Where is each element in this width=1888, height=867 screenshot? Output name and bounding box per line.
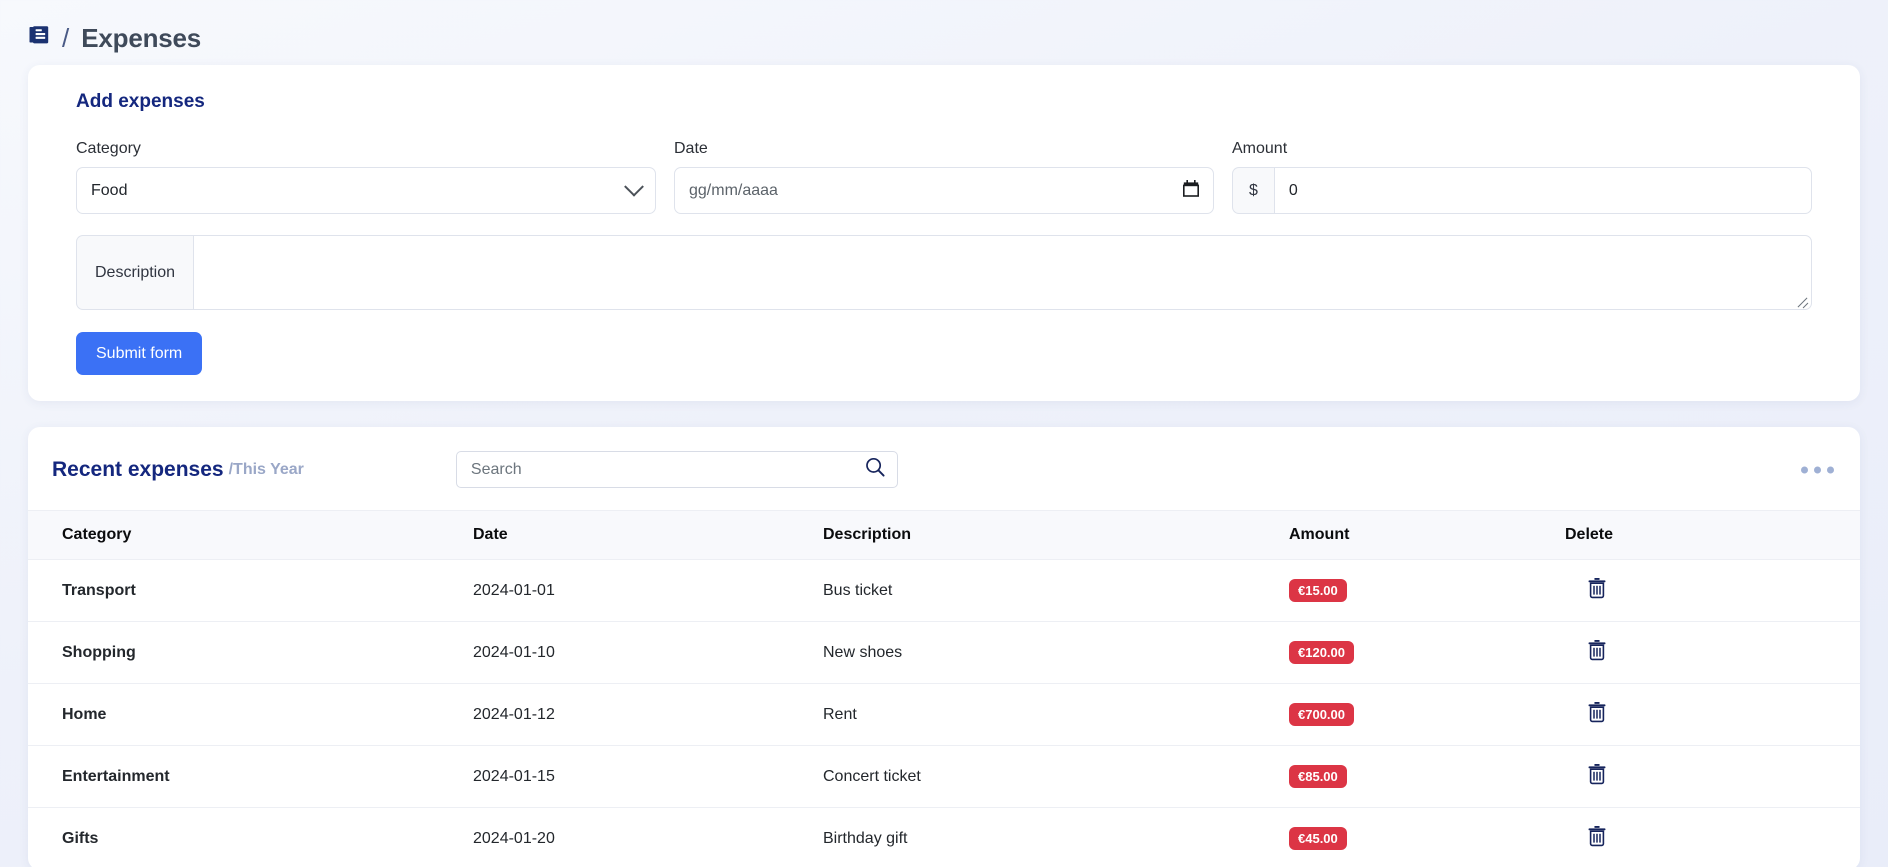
- section-title: Recent expenses: [52, 457, 224, 481]
- cell-delete: [1565, 807, 1860, 867]
- amount-badge: €15.00: [1289, 579, 1347, 603]
- calendar-icon[interactable]: [1183, 179, 1199, 202]
- search-icon[interactable]: [864, 456, 886, 483]
- table-body: Transport 2024-01-01 Bus ticket €15.00 Shopp…: [28, 559, 1860, 867]
- category-label: Category: [76, 140, 141, 157]
- recent-expenses-header: Recent expenses /This Year Search: [28, 451, 1860, 489]
- cell-date: 2024-01-12: [473, 683, 823, 747]
- trash-icon: [1588, 578, 1606, 599]
- date-placeholder: gg/mm/aaaa: [689, 181, 778, 199]
- category-select-value: Food: [91, 181, 128, 199]
- cell-description: Rent: [823, 683, 1289, 747]
- cell-amount: €120.00: [1289, 621, 1565, 685]
- currency-prefix: $: [1232, 167, 1274, 215]
- amount-badge: €700.00: [1289, 703, 1354, 727]
- cell-category: Shopping: [28, 621, 473, 685]
- cell-category: Entertainment: [28, 745, 473, 809]
- table-header-row: Category Date Description Amount Delete: [28, 510, 1860, 561]
- cell-delete: [1565, 621, 1860, 685]
- cell-date: 2024-01-20: [473, 807, 823, 867]
- ledger-icon[interactable]: [28, 24, 50, 51]
- description-group: Description: [76, 235, 1812, 311]
- breadcrumb: / Expenses: [0, 0, 1888, 65]
- table-row: Shopping 2024-01-10 New shoes €120.00: [28, 621, 1860, 685]
- column-header-description[interactable]: Description: [823, 510, 1289, 561]
- search-placeholder: Search: [470, 460, 522, 478]
- cell-description: Bus ticket: [823, 559, 1289, 623]
- amount-badge: €85.00: [1289, 765, 1347, 789]
- table-row: Home 2024-01-12 Rent €700.00: [28, 683, 1860, 747]
- dot: [1814, 466, 1821, 474]
- cell-amount: €45.00: [1289, 807, 1565, 867]
- cell-amount: €85.00: [1289, 745, 1565, 809]
- ellipsis-icon[interactable]: [1801, 466, 1834, 474]
- date-input[interactable]: gg/mm/aaaa: [674, 167, 1214, 215]
- table-header: Category Date Description Amount Delete: [28, 510, 1860, 561]
- trash-icon: [1588, 702, 1606, 723]
- amount-badge: €45.00: [1289, 827, 1347, 851]
- amount-input[interactable]: 0: [1273, 167, 1812, 215]
- amount-input-group: $ 0: [1232, 167, 1812, 215]
- column-header-amount[interactable]: Amount: [1289, 510, 1565, 561]
- cell-amount: €700.00: [1289, 683, 1565, 747]
- cell-description: Concert ticket: [823, 745, 1289, 809]
- cell-description: New shoes: [823, 621, 1289, 685]
- description-label: Description: [76, 235, 194, 311]
- form-fields-row: Category Food Date gg/mm/aaaa Amount $ 0: [52, 139, 1836, 215]
- cell-date: 2024-01-15: [473, 745, 823, 809]
- category-select[interactable]: Food: [76, 167, 656, 215]
- page-title: Expenses: [81, 22, 202, 53]
- amount-value: 0: [1288, 181, 1298, 199]
- cell-delete: [1565, 745, 1860, 809]
- date-label: Date: [674, 140, 708, 157]
- breadcrumb-separator: /: [62, 22, 70, 53]
- chevron-down-icon: [624, 176, 644, 197]
- trash-icon: [1588, 764, 1606, 785]
- table-row: Entertainment 2024-01-15 Concert ticket €85…: [28, 745, 1860, 809]
- cell-category: Gifts: [28, 807, 473, 867]
- submit-button[interactable]: Submit form: [76, 332, 203, 376]
- dot: [1827, 466, 1834, 474]
- cell-category: Transport: [28, 559, 473, 623]
- add-expenses-card: Add expenses Category Food Date gg/mm/aa…: [28, 65, 1860, 402]
- amount-label: Amount: [1232, 140, 1288, 157]
- description-textarea[interactable]: [193, 235, 1812, 311]
- column-header-date[interactable]: Date: [473, 510, 823, 561]
- cell-date: 2024-01-10: [473, 621, 823, 685]
- column-header-delete[interactable]: Delete: [1565, 510, 1860, 561]
- expenses-table: Category Date Description Amount Delete …: [28, 510, 1860, 867]
- delete-button[interactable]: [1587, 763, 1607, 785]
- table-row: Transport 2024-01-01 Bus ticket €15.00: [28, 559, 1860, 623]
- search-input[interactable]: Search: [455, 451, 898, 489]
- cell-amount: €15.00: [1289, 559, 1565, 623]
- cell-delete: [1565, 559, 1860, 623]
- cell-description: Birthday gift: [823, 807, 1289, 867]
- cell-delete: [1565, 683, 1860, 747]
- trash-icon: [1588, 826, 1606, 847]
- column-header-category[interactable]: Category: [28, 510, 473, 561]
- amount-field-group: Amount $ 0: [1232, 139, 1812, 215]
- trash-icon: [1588, 640, 1606, 661]
- delete-button[interactable]: [1587, 639, 1607, 661]
- cell-date: 2024-01-01: [473, 559, 823, 623]
- delete-button[interactable]: [1587, 577, 1607, 599]
- card-title: Add expenses: [76, 91, 205, 112]
- delete-button[interactable]: [1587, 825, 1607, 847]
- recent-expenses-card: Recent expenses /This Year Search Catego…: [28, 427, 1860, 867]
- date-field-group: Date gg/mm/aaaa: [674, 139, 1214, 215]
- category-field-group: Category Food: [76, 139, 656, 215]
- section-subtitle: /This Year: [228, 460, 304, 478]
- resize-handle-icon[interactable]: [1795, 293, 1809, 307]
- delete-button[interactable]: [1587, 701, 1607, 723]
- dot: [1801, 466, 1808, 474]
- table-row: Gifts 2024-01-20 Birthday gift €45.00: [28, 807, 1860, 867]
- amount-badge: €120.00: [1289, 641, 1354, 665]
- cell-category: Home: [28, 683, 473, 747]
